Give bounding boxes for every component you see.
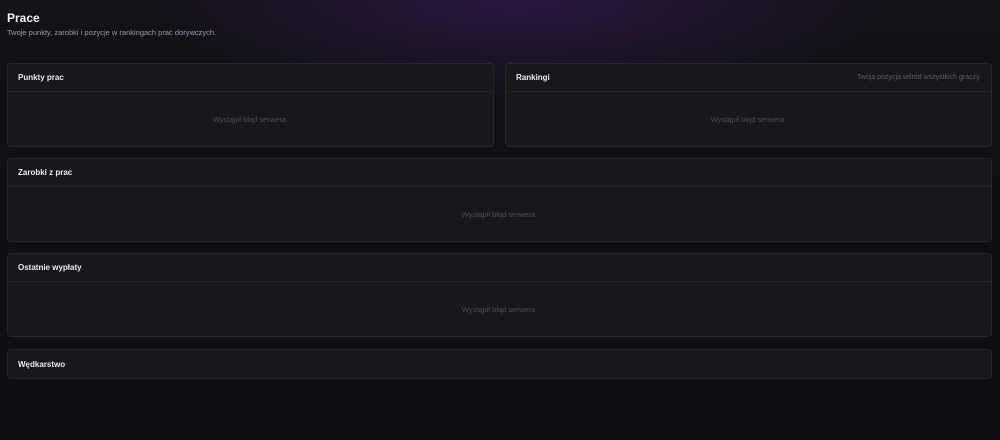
card-title-wedkarstwo: Wędkarstwo xyxy=(18,359,66,369)
server-error-message: Wystąpił błąd serwera. xyxy=(710,114,787,124)
card-header: Punkty prac xyxy=(8,64,493,92)
server-error-message: Wystąpił błąd serwera. xyxy=(461,304,538,314)
card-header[interactable]: Wędkarstwo xyxy=(8,350,991,378)
card-header: Rankingi Twoja pozycja wśród wszystkich … xyxy=(506,64,991,92)
server-error-message: Wystąpił błąd serwera. xyxy=(461,209,538,219)
card-hint-rankingi: Twoja pozycja wśród wszystkich graczy. xyxy=(857,74,981,81)
card-body: Wystąpił błąd serwera. xyxy=(8,92,493,146)
card-title-zarobki-z-prac: Zarobki z prac xyxy=(18,168,73,177)
page-subtitle: Twoje punkty, zarobki i pozycje w rankin… xyxy=(7,28,217,37)
server-error-message: Wystąpił błąd serwera. xyxy=(212,114,289,124)
card-title-rankingi: Rankingi xyxy=(516,73,550,82)
card-header: Zarobki z prac xyxy=(8,159,991,187)
card-header: Ostatnie wypłaty xyxy=(8,254,991,282)
card-body: Wystąpił błąd serwera. xyxy=(8,187,991,241)
card-title-ostatnie-wyplaty: Ostatnie wypłaty xyxy=(18,263,82,272)
card-title-punkty-prac: Punkty prac xyxy=(18,73,64,82)
card-rankingi: Rankingi Twoja pozycja wśród wszystkich … xyxy=(505,63,992,147)
card-zarobki-z-prac: Zarobki z prac Wystąpił błąd serwera. xyxy=(7,158,992,242)
card-ostatnie-wyplaty: Ostatnie wypłaty Wystąpił błąd serwera. xyxy=(7,253,992,337)
card-wedkarstwo[interactable]: Wędkarstwo xyxy=(7,349,992,379)
page-title: Prace xyxy=(7,11,40,25)
page-header: Prace Twoje punkty, zarobki i pozycje w … xyxy=(7,11,216,38)
card-body: Wystąpił błąd serwera. xyxy=(8,282,991,336)
card-body: Wystąpił błąd serwera. xyxy=(506,92,991,146)
card-punkty-prac: Punkty prac Wystąpił błąd serwera. xyxy=(7,63,494,147)
